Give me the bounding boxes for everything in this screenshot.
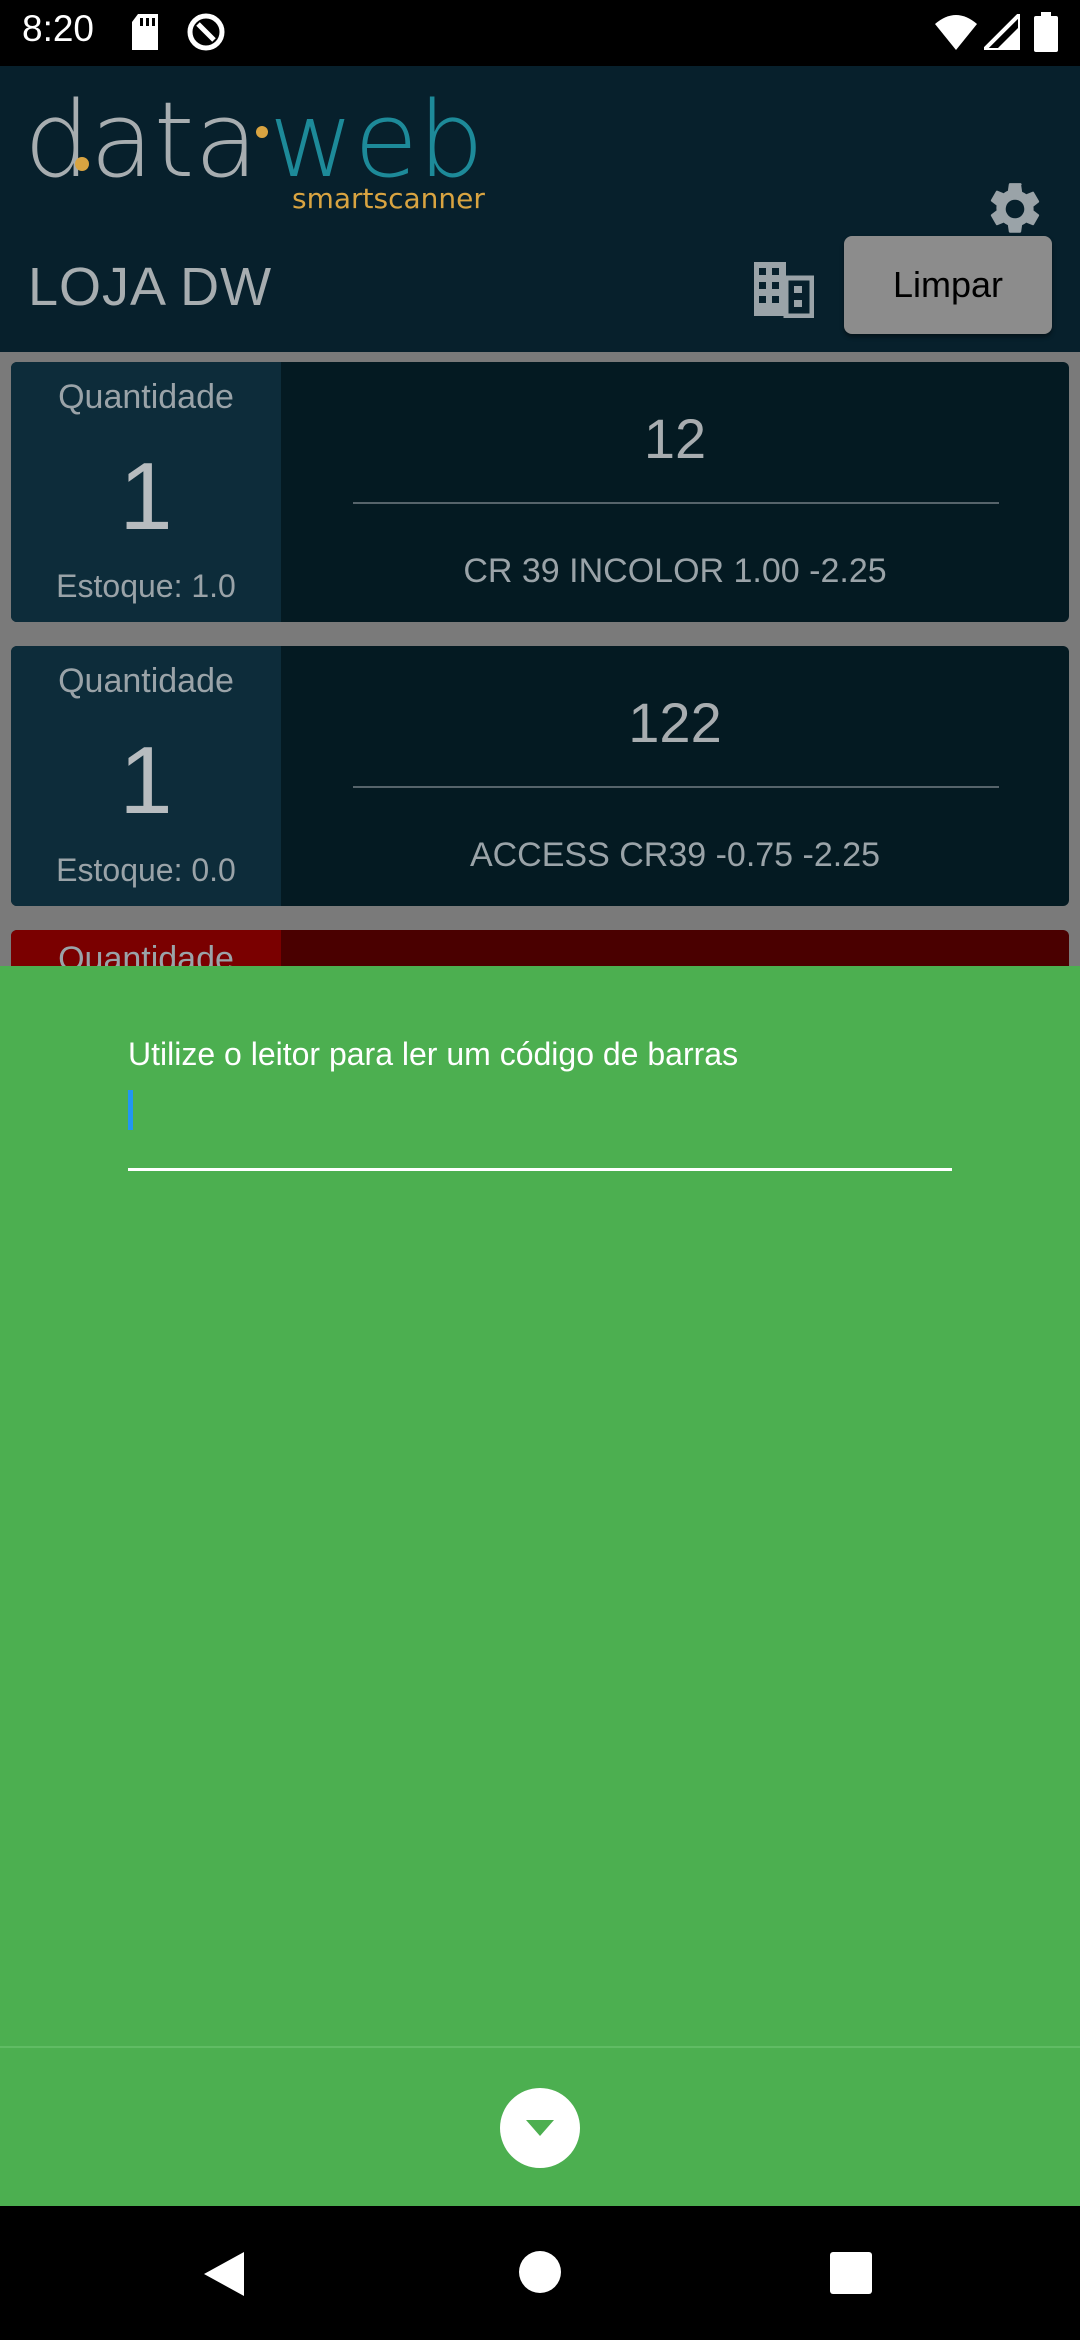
quantity-label: Quantidade xyxy=(58,662,234,700)
item-description: ACCESS CR39 -0.75 -2.25 xyxy=(469,836,881,874)
svg-text:data: data xyxy=(24,79,258,201)
sd-card-icon xyxy=(130,14,160,55)
svg-text:smartscanner: smartscanner xyxy=(292,182,485,215)
app-header: data web smartscanner LOJA DW Limpar xyxy=(0,66,1080,352)
settings-gear-icon[interactable] xyxy=(984,178,1046,240)
system-nav-bar xyxy=(0,2206,1080,2340)
home-icon[interactable] xyxy=(518,2250,562,2299)
chevron-down-icon xyxy=(526,2120,554,2136)
text-cursor xyxy=(128,1090,133,1130)
item-list: Quantidade 1 Estoque: 1.0 12 CR 39 INCOL… xyxy=(0,352,1080,966)
quantity-value: 1 xyxy=(119,443,173,550)
divider xyxy=(353,786,999,788)
scanner-prompt: Utilize o leitor para ler um código de b… xyxy=(128,1036,739,1072)
quantity-box: Quantidade xyxy=(11,930,281,966)
quantity-value: 1 xyxy=(119,727,173,834)
quantity-box: Quantidade 1 Estoque: 0.0 xyxy=(11,646,281,906)
battery-icon xyxy=(1034,12,1058,57)
quantity-label: Quantidade xyxy=(58,378,234,416)
list-item[interactable]: Quantidade xyxy=(11,930,1069,966)
status-time: 8:20 xyxy=(22,8,95,49)
recent-apps-icon[interactable] xyxy=(830,2252,872,2299)
list-item[interactable]: Quantidade 1 Estoque: 1.0 12 CR 39 INCOL… xyxy=(11,362,1069,622)
item-description: CR 39 INCOLOR 1.00 -2.25 xyxy=(463,552,887,590)
stock-value: Estoque: 1.0 xyxy=(56,568,236,604)
back-icon[interactable] xyxy=(200,2250,246,2303)
item-code: 122 xyxy=(628,691,722,754)
quantity-box: Quantidade 1 Estoque: 1.0 xyxy=(11,362,281,622)
item-info: 122 ACCESS CR39 -0.75 -2.25 xyxy=(281,646,1069,906)
clear-button[interactable]: Limpar xyxy=(844,236,1052,334)
dataweb-logo: data web smartscanner xyxy=(24,79,485,215)
wifi-icon xyxy=(935,14,977,55)
list-item[interactable]: Quantidade 1 Estoque: 0.0 122 ACCESS CR3… xyxy=(11,646,1069,906)
divider xyxy=(353,502,999,504)
store-name: LOJA DW xyxy=(28,257,273,317)
item-code: 12 xyxy=(643,407,707,470)
divider xyxy=(0,2046,1080,2048)
status-bar: 8:20 xyxy=(0,0,1080,66)
quantity-label: Quantidade xyxy=(58,940,234,966)
vpn-icon xyxy=(186,12,226,57)
scanner-panel: Utilize o leitor para ler um código de b… xyxy=(0,966,1080,2206)
barcode-input[interactable] xyxy=(128,1168,952,1171)
stock-value: Estoque: 0.0 xyxy=(56,852,236,888)
signal-icon xyxy=(979,9,1022,55)
item-info: 12 CR 39 INCOLOR 1.00 -2.25 xyxy=(281,362,1069,622)
collapse-panel-button[interactable] xyxy=(500,2088,580,2168)
store-building-icon[interactable] xyxy=(750,258,815,319)
